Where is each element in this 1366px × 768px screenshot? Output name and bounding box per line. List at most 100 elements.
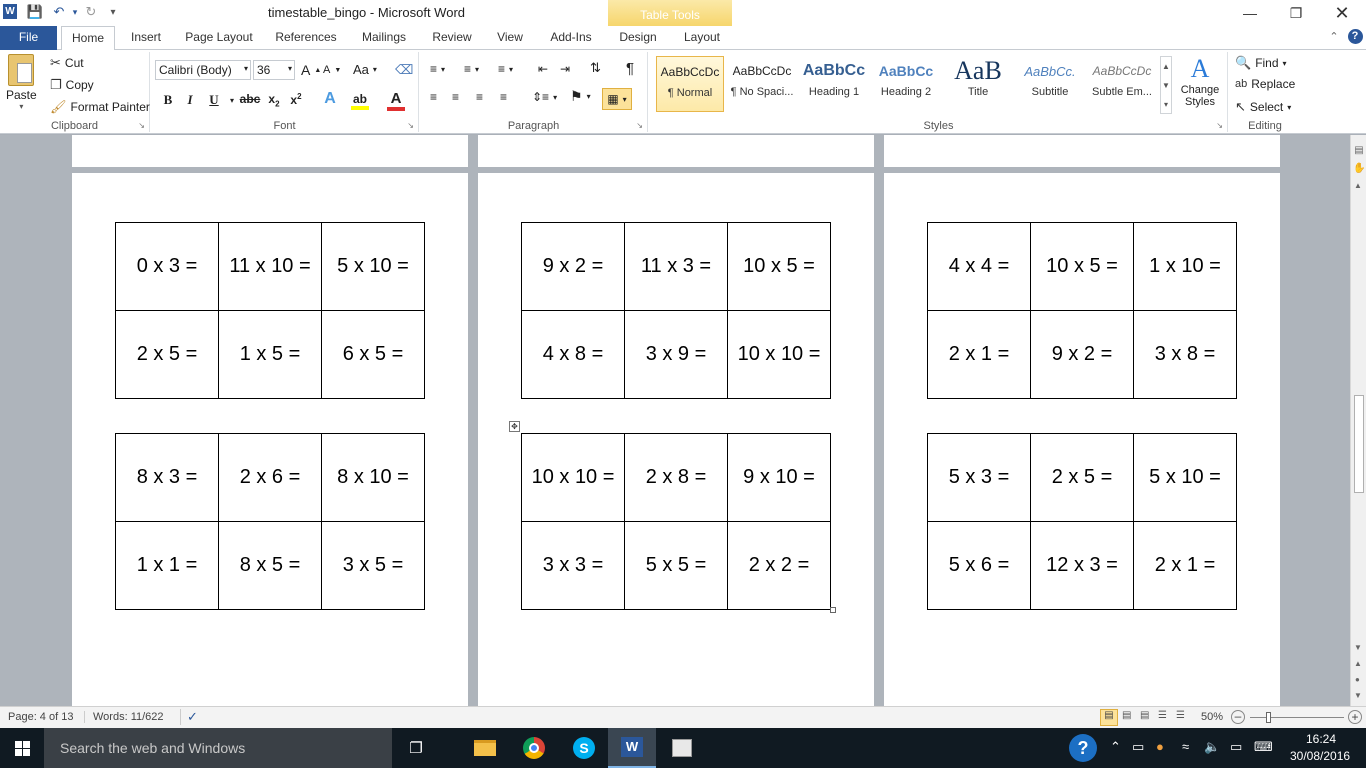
clock-time[interactable]: 16:24 <box>1306 732 1336 746</box>
help-icon[interactable]: ? <box>1346 26 1364 50</box>
scroll-thumb[interactable] <box>1354 395 1364 493</box>
style-subtle-emphasis[interactable]: AaBbCcDc Subtle Em... <box>1088 56 1156 112</box>
save-icon[interactable]: 💾 <box>26 3 44 21</box>
table-cell[interactable]: 2 x 2 = <box>727 521 831 610</box>
table-cell[interactable]: 12 x 3 = <box>1030 521 1134 610</box>
table-cell[interactable]: 10 x 10 = <box>727 310 831 399</box>
restore-button[interactable]: ❐ <box>1273 0 1319 26</box>
help-tray-icon[interactable]: ? <box>1068 733 1098 763</box>
italic-icon[interactable]: I <box>181 92 199 108</box>
zoom-slider[interactable] <box>1250 712 1344 723</box>
tab-home[interactable]: Home <box>61 26 115 51</box>
table-cell[interactable]: 2 x 5 = <box>115 310 219 399</box>
skype-icon[interactable]: S <box>572 736 596 760</box>
table-cell[interactable]: 1 x 1 = <box>115 521 219 610</box>
table-cell[interactable]: 4 x 8 = <box>521 310 625 399</box>
tab-insert[interactable]: Insert <box>124 26 168 50</box>
vertical-scrollbar[interactable]: ▤ ✋ ▲ ▼ ▲ ● ▼ <box>1350 135 1366 706</box>
format-painter-button[interactable]: 🖌 Format Painter <box>50 99 150 115</box>
style-title[interactable]: AaB Title <box>944 56 1012 112</box>
customize-quick-access-icon[interactable]: ▾ <box>104 3 122 21</box>
table-cell[interactable]: 5 x 10 = <box>1133 433 1237 522</box>
zoom-level[interactable]: 50% <box>1201 711 1223 723</box>
battery-icon[interactable]: ▭ <box>1132 739 1144 755</box>
superscript-icon[interactable]: x2 <box>287 92 305 107</box>
multilevel-list-icon[interactable]: ≡ ▾ <box>498 62 513 76</box>
minimize-button[interactable]: — <box>1227 0 1273 26</box>
paragraph-launcher-icon[interactable]: ↘ <box>636 121 643 130</box>
table-cell[interactable]: 5 x 5 = <box>624 521 728 610</box>
table-cell[interactable]: 2 x 1 = <box>927 310 1031 399</box>
close-button[interactable]: ✕ <box>1319 0 1365 26</box>
table-cell[interactable]: 11 x 3 = <box>624 222 728 311</box>
page-count[interactable]: Page: 4 of 13 <box>8 711 73 723</box>
ruler-toggle-icon[interactable]: ▤ <box>1353 145 1365 157</box>
paste-button[interactable]: Paste ▾ <box>6 54 37 111</box>
print-layout-view-icon[interactable]: ▤ <box>1100 709 1118 726</box>
keyboard-icon[interactable]: ⌨ <box>1254 739 1273 755</box>
antivirus-icon[interactable]: ● <box>1156 739 1164 754</box>
document-page[interactable]: 0 x 3 = 11 x 10 = 5 x 10 = 2 x 5 = 1 x 5… <box>72 173 468 706</box>
redo-icon[interactable]: ↻ <box>82 3 100 21</box>
next-page-icon[interactable]: ▼ <box>1354 691 1362 700</box>
table-cell[interactable]: 5 x 10 = <box>321 222 425 311</box>
text-effects-icon[interactable]: A <box>321 90 339 108</box>
tab-mailings[interactable]: Mailings <box>354 26 414 50</box>
align-center-icon[interactable]: ≡ <box>452 90 459 104</box>
web-layout-icon[interactable]: ▤ <box>1140 710 1149 721</box>
tab-add-ins[interactable]: Add-Ins <box>542 26 600 50</box>
table-cell[interactable]: 8 x 5 = <box>218 521 322 610</box>
font-size-combo[interactable]: 36 ▾ <box>253 60 295 80</box>
tab-layout[interactable]: Layout <box>676 26 728 50</box>
full-screen-reading-icon[interactable]: ▤ <box>1122 710 1131 721</box>
style-heading-1[interactable]: AaBbCc Heading 1 <box>800 56 868 112</box>
app-icon[interactable] <box>670 736 694 760</box>
volume-icon[interactable]: 🔈 <box>1204 739 1220 755</box>
table-cell[interactable]: 5 x 6 = <box>927 521 1031 610</box>
table-cell[interactable]: 2 x 5 = <box>1030 433 1134 522</box>
bullets-icon[interactable]: ≡ ▾ <box>430 62 445 76</box>
grow-font-icon[interactable]: A ▲ <box>301 62 321 78</box>
underline-icon[interactable]: U <box>205 92 223 108</box>
replace-button[interactable]: ab Replace <box>1235 77 1295 91</box>
table-cell[interactable]: 2 x 1 = <box>1133 521 1237 610</box>
table-cell[interactable]: 10 x 10 = <box>521 433 625 522</box>
taskbar-search-box[interactable]: Search the web and Windows <box>44 728 392 768</box>
table-cell[interactable]: 8 x 3 = <box>115 433 219 522</box>
tab-design[interactable]: Design <box>612 26 664 50</box>
bingo-table[interactable]: 5 x 3 = 2 x 5 = 5 x 10 = 5 x 6 = 12 x 3 … <box>927 433 1237 610</box>
justify-icon[interactable]: ≡ <box>500 90 507 104</box>
table-cell[interactable]: 8 x 10 = <box>321 433 425 522</box>
sort-icon[interactable]: ⇅ <box>590 60 601 76</box>
document-page[interactable]: 9 x 2 = 11 x 3 = 10 x 5 = 4 x 8 = 3 x 9 … <box>478 173 874 706</box>
draft-view-icon[interactable]: ☰ <box>1176 710 1185 721</box>
shading-icon[interactable]: ⚑ ▾ <box>570 88 591 105</box>
select-button[interactable]: ↖ Select ▾ <box>1235 99 1291 115</box>
tab-file[interactable]: File <box>0 26 57 50</box>
zoom-out-icon[interactable]: – <box>1231 710 1245 724</box>
bold-icon[interactable]: B <box>159 92 177 108</box>
pan-hand-icon[interactable]: ✋ <box>1353 163 1365 175</box>
increase-indent-icon[interactable]: ⇥ <box>560 62 570 76</box>
table-cell[interactable]: 2 x 6 = <box>218 433 322 522</box>
notifications-icon[interactable]: ▭ <box>1230 739 1242 755</box>
bingo-table[interactable]: 8 x 3 = 2 x 6 = 8 x 10 = 1 x 1 = 8 x 5 =… <box>115 433 425 610</box>
borders-icon[interactable]: ▦ ▾ <box>602 88 632 110</box>
chrome-icon[interactable] <box>522 736 546 760</box>
bingo-table[interactable]: 0 x 3 = 11 x 10 = 5 x 10 = 2 x 5 = 1 x 5… <box>115 222 425 399</box>
table-cell[interactable]: 9 x 10 = <box>727 433 831 522</box>
table-move-handle-icon[interactable]: ✥ <box>509 421 520 432</box>
clock-date[interactable]: 30/08/2016 <box>1290 749 1350 763</box>
outline-view-icon[interactable]: ☰ <box>1158 710 1167 721</box>
previous-page-icon[interactable]: ▲ <box>1354 659 1362 668</box>
style-subtitle[interactable]: AaBbCc. Subtitle <box>1016 56 1084 112</box>
scroll-up-icon[interactable]: ▲ <box>1354 181 1362 190</box>
style-no-spacing[interactable]: AaBbCcDc ¶ No Spaci... <box>728 56 796 112</box>
scroll-down-icon[interactable]: ▼ <box>1354 643 1362 652</box>
font-color-icon[interactable]: A <box>387 90 405 111</box>
start-button[interactable] <box>0 728 44 768</box>
table-cell[interactable]: 4 x 4 = <box>927 222 1031 311</box>
clear-formatting-icon[interactable]: ⌫ <box>395 62 413 78</box>
align-right-icon[interactable]: ≡ <box>476 90 483 104</box>
styles-launcher-icon[interactable]: ↘ <box>1216 121 1223 130</box>
